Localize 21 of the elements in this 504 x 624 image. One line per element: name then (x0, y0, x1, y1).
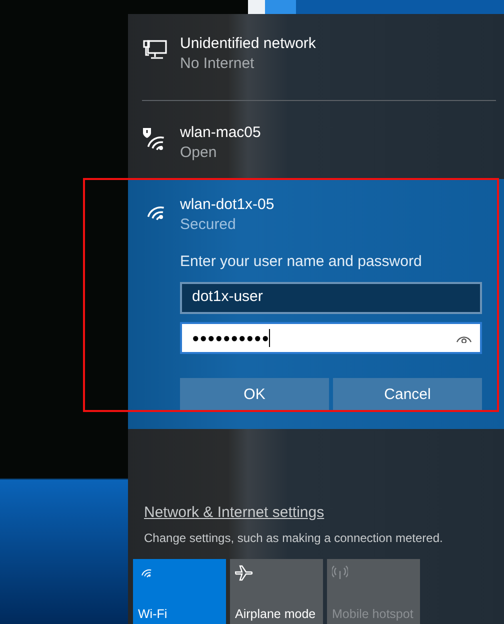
cancel-button[interactable]: Cancel (333, 378, 482, 410)
network-status: Open (180, 143, 218, 163)
password-field[interactable]: ●●●●●●●●●● (180, 322, 482, 354)
network-name: Unidentified network (180, 34, 317, 54)
settings-link[interactable]: Network & Internet settings (144, 504, 324, 521)
network-name: wlan-mac05 (180, 123, 262, 143)
network-name: wlan-dot1x-05 (180, 195, 276, 215)
username-field[interactable]: dot1x-user (180, 282, 482, 314)
ok-button[interactable]: OK (180, 378, 329, 410)
network-item[interactable]: wlan-mac05 Open (128, 123, 504, 163)
quick-action-tile[interactable]: Airplane mode (230, 559, 323, 624)
prompt-text: Enter your user name and password (180, 252, 423, 272)
airplane-icon (235, 565, 253, 581)
settings-description: Change settings, such as making a connection metered. (144, 530, 444, 547)
network-status: No Internet (180, 54, 256, 74)
network-status: Secured (180, 215, 237, 235)
hotspot-icon (332, 565, 348, 579)
quick-action-tile[interactable]: Wi-Fi (133, 559, 226, 624)
selected-network-panel[interactable]: wlan-dot1x-05 Secured Enter your user name and password dot1x-user ●●●●●●●●●● OK Cancel (128, 179, 504, 428)
wired-network-icon (142, 38, 168, 62)
network-item[interactable]: Unidentified network No Internet (128, 34, 504, 74)
